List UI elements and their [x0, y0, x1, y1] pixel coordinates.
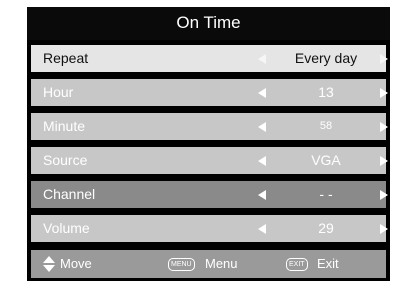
row-label: Minute — [43, 118, 86, 134]
row-volume[interactable]: Volume 29 — [31, 215, 388, 242]
triangle-left-icon[interactable] — [258, 190, 266, 200]
triangle-right-icon[interactable] — [380, 156, 388, 166]
exit-key-icon: EXIT — [286, 258, 308, 271]
triangle-left-icon[interactable] — [258, 88, 266, 98]
row-value: 13 — [318, 84, 334, 100]
up-down-arrows-icon — [43, 256, 55, 272]
triangle-right-icon[interactable] — [380, 122, 388, 132]
triangle-left-icon[interactable] — [258, 224, 266, 234]
move-hint-label: Move — [60, 256, 92, 271]
triangle-left-icon[interactable] — [258, 156, 266, 166]
triangle-right-icon[interactable] — [380, 88, 388, 98]
triangle-right-icon[interactable] — [380, 190, 388, 200]
row-repeat[interactable]: Repeat Every day — [31, 45, 388, 72]
on-time-osd-panel: On Time Repeat Every day Hour 13 Minute … — [27, 7, 390, 281]
row-label: Hour — [43, 84, 74, 100]
row-hour[interactable]: Hour 13 — [31, 79, 388, 106]
row-label: Repeat — [43, 50, 89, 66]
exit-hint-label: Exit — [317, 256, 339, 271]
osd-footer-hints: Move MENU Menu EXIT Exit — [31, 250, 386, 278]
menu-hint-label: Menu — [205, 256, 238, 271]
osd-title: On Time — [27, 7, 390, 40]
row-source[interactable]: Source VGA — [31, 147, 388, 174]
row-value: VGA — [311, 152, 341, 168]
triangle-left-icon[interactable] — [258, 122, 266, 132]
row-value: 29 — [318, 220, 334, 236]
row-value: - - — [319, 186, 333, 202]
row-label: Source — [43, 152, 88, 168]
row-value: Every day — [294, 50, 358, 66]
triangle-right-icon[interactable] — [380, 224, 388, 234]
row-label: Channel — [43, 186, 96, 202]
row-value: 58 — [319, 120, 333, 132]
triangle-left-icon[interactable] — [258, 54, 266, 64]
row-label: Volume — [43, 220, 90, 236]
row-minute[interactable]: Minute 58 — [31, 113, 388, 140]
row-channel[interactable]: Channel - - — [31, 181, 388, 208]
menu-key-icon: MENU — [168, 258, 195, 271]
triangle-right-icon[interactable] — [380, 54, 388, 64]
